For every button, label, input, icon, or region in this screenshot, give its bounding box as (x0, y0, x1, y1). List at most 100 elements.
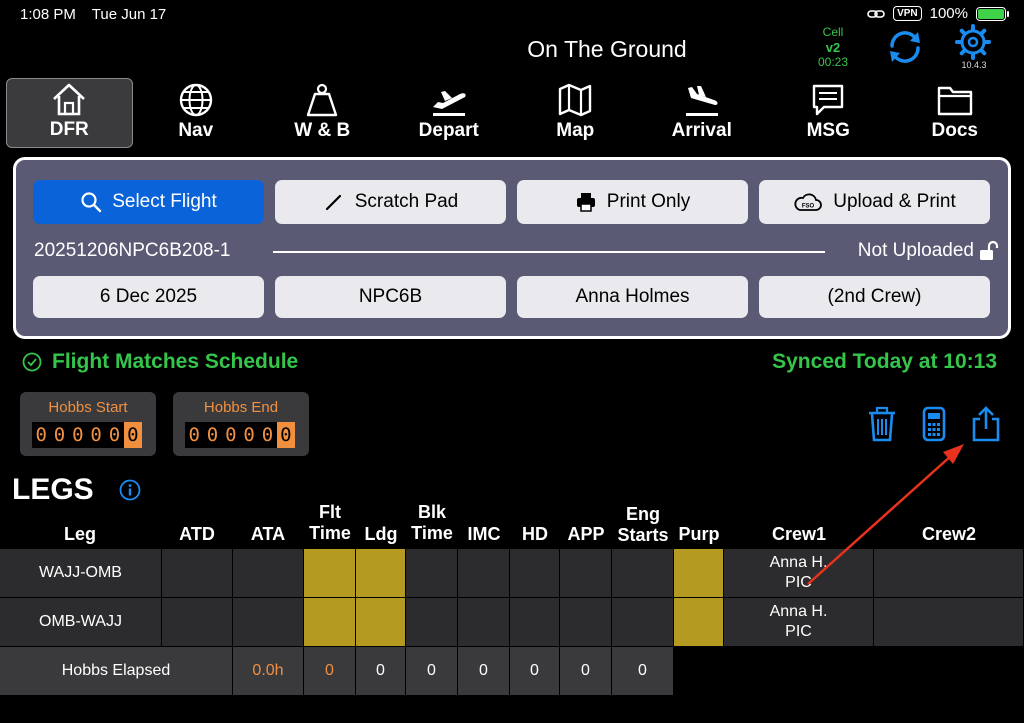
upload-status: Not Uploaded (857, 240, 974, 261)
header-blk-line2: Time (411, 523, 453, 543)
header-app: APP (567, 524, 605, 544)
scratch-pad-button[interactable]: Scratch Pad (275, 180, 506, 224)
upload-print-button[interactable]: FSO Upload & Print (759, 180, 990, 224)
cell-eng-starts[interactable] (612, 549, 674, 597)
arrival-icon (685, 86, 718, 116)
select-flight-button[interactable]: Select Flight (33, 180, 264, 224)
hobbs-digit: 0 (35, 424, 47, 446)
map-icon (559, 83, 592, 117)
status-bar-left: 1:08 PM Tue Jun 17 (20, 6, 178, 23)
header-purp: Purp (678, 524, 720, 544)
cell-blk-time[interactable] (406, 549, 458, 597)
sync-icon[interactable] (884, 26, 926, 68)
flight-card: Select Flight Scratch Pad Print Only FSO… (13, 157, 1011, 339)
flight-divider (273, 251, 825, 253)
cell-crew2[interactable] (874, 598, 1024, 646)
cell-app[interactable] (560, 598, 612, 646)
cell-crew1[interactable]: Anna H. PIC (724, 549, 874, 597)
cell-status: Cell v2 00:23 (813, 25, 853, 70)
cloud-fso-icon: FSO (794, 193, 823, 211)
calculator-icon[interactable] (920, 406, 948, 442)
cell-imc[interactable] (458, 598, 510, 646)
crew1-role: PIC (785, 623, 812, 640)
cell-atd[interactable] (162, 598, 233, 646)
hobbs-digit: 0 (261, 424, 274, 446)
unlock-icon[interactable] (978, 240, 1000, 262)
link-icon (867, 9, 885, 18)
cell-flt-time[interactable] (304, 598, 356, 646)
nav-dfr[interactable]: DFR (6, 78, 133, 148)
cell-version: v2 (825, 40, 841, 55)
battery-icon (976, 6, 1009, 21)
nav-label: DFR (49, 119, 89, 140)
cell-flt-time[interactable] (304, 549, 356, 597)
nav-docs[interactable]: Docs (892, 78, 1019, 148)
footer-ata: 0.0h (233, 647, 304, 695)
hobbs-end[interactable]: Hobbs End 0 0 0 0 0 0 (173, 392, 309, 456)
folder-icon (937, 86, 972, 116)
nav-map[interactable]: Map (512, 78, 639, 148)
hobbs-digit-tenths: 0 (276, 422, 295, 448)
crew1-name: Anna H. (769, 554, 828, 571)
flight-date-button[interactable]: 6 Dec 2025 (33, 276, 264, 318)
trash-icon[interactable] (866, 406, 898, 442)
cell-purp[interactable] (674, 598, 724, 646)
header-flt-line2: Time (309, 523, 351, 543)
hobbs-digit: 0 (225, 424, 237, 446)
nav-label: Arrival (671, 120, 732, 141)
cell-blk-time[interactable] (406, 598, 458, 646)
header-leg: Leg (63, 524, 96, 544)
cell-hd[interactable] (510, 598, 560, 646)
aircraft-reg: NPC6B (358, 286, 423, 307)
second-crew-button[interactable]: (2nd Crew) (759, 276, 990, 318)
nav-label: W & B (294, 120, 351, 141)
nav-label: Docs (931, 120, 978, 141)
cell-ata[interactable] (233, 549, 304, 597)
footer-eng: 0 (612, 647, 674, 695)
cell-ldg[interactable] (356, 549, 406, 597)
crew1-role: PIC (785, 574, 812, 591)
message-icon (813, 84, 844, 116)
print-only-button[interactable]: Print Only (517, 180, 748, 224)
print-only-label: Print Only (606, 191, 691, 212)
cell-atd[interactable] (162, 549, 233, 597)
aircraft-button[interactable]: NPC6B (275, 276, 506, 318)
cell-ldg[interactable] (356, 598, 406, 646)
header-eng-starts: Eng Starts (612, 504, 674, 546)
hobbs-start[interactable]: Hobbs Start 0 0 0 0 0 0 (20, 392, 156, 456)
hobbs-digit-tenths: 0 (123, 422, 142, 448)
nav-weight-balance[interactable]: W & B (259, 78, 386, 148)
legs-title: LEGS (12, 473, 94, 506)
nav-label: Map (556, 120, 595, 141)
scratch-pad-label: Scratch Pad (354, 191, 459, 212)
header-imc: IMC (467, 524, 501, 544)
search-icon (81, 192, 102, 213)
share-icon[interactable] (970, 406, 1002, 442)
cell-crew2[interactable] (874, 549, 1024, 597)
cell-hd[interactable] (510, 549, 560, 597)
cell-eng-starts[interactable] (612, 598, 674, 646)
pilot-button[interactable]: Anna Holmes (517, 276, 748, 318)
hobbs-digit: 0 (108, 424, 121, 446)
header-hd: HD (522, 524, 548, 544)
home-icon (53, 83, 86, 116)
nav-arrival[interactable]: Arrival (639, 78, 766, 148)
cell-crew1[interactable]: Anna H. PIC (724, 598, 874, 646)
nav-nav[interactable]: Nav (133, 78, 260, 148)
header-crew1: Crew1 (771, 524, 827, 544)
cell-purp[interactable] (674, 549, 724, 597)
pilot-name: Anna Holmes (575, 286, 690, 307)
cell-app[interactable] (560, 549, 612, 597)
info-icon[interactable] (119, 479, 141, 501)
footer-flt: 0 (304, 647, 356, 695)
cell-leg[interactable]: OMB-WAJJ (0, 598, 162, 646)
hobbs-end-digits: 0 0 0 0 0 0 (185, 422, 295, 448)
header-blk-time: Blk Time (406, 502, 458, 544)
nav-msg[interactable]: MSG (765, 78, 892, 148)
gear-icon[interactable] (955, 24, 991, 60)
cell-imc[interactable] (458, 549, 510, 597)
cell-leg[interactable]: WAJJ-OMB (0, 549, 162, 597)
nav-depart[interactable]: Depart (386, 78, 513, 148)
check-circle-icon (22, 352, 42, 372)
cell-ata[interactable] (233, 598, 304, 646)
